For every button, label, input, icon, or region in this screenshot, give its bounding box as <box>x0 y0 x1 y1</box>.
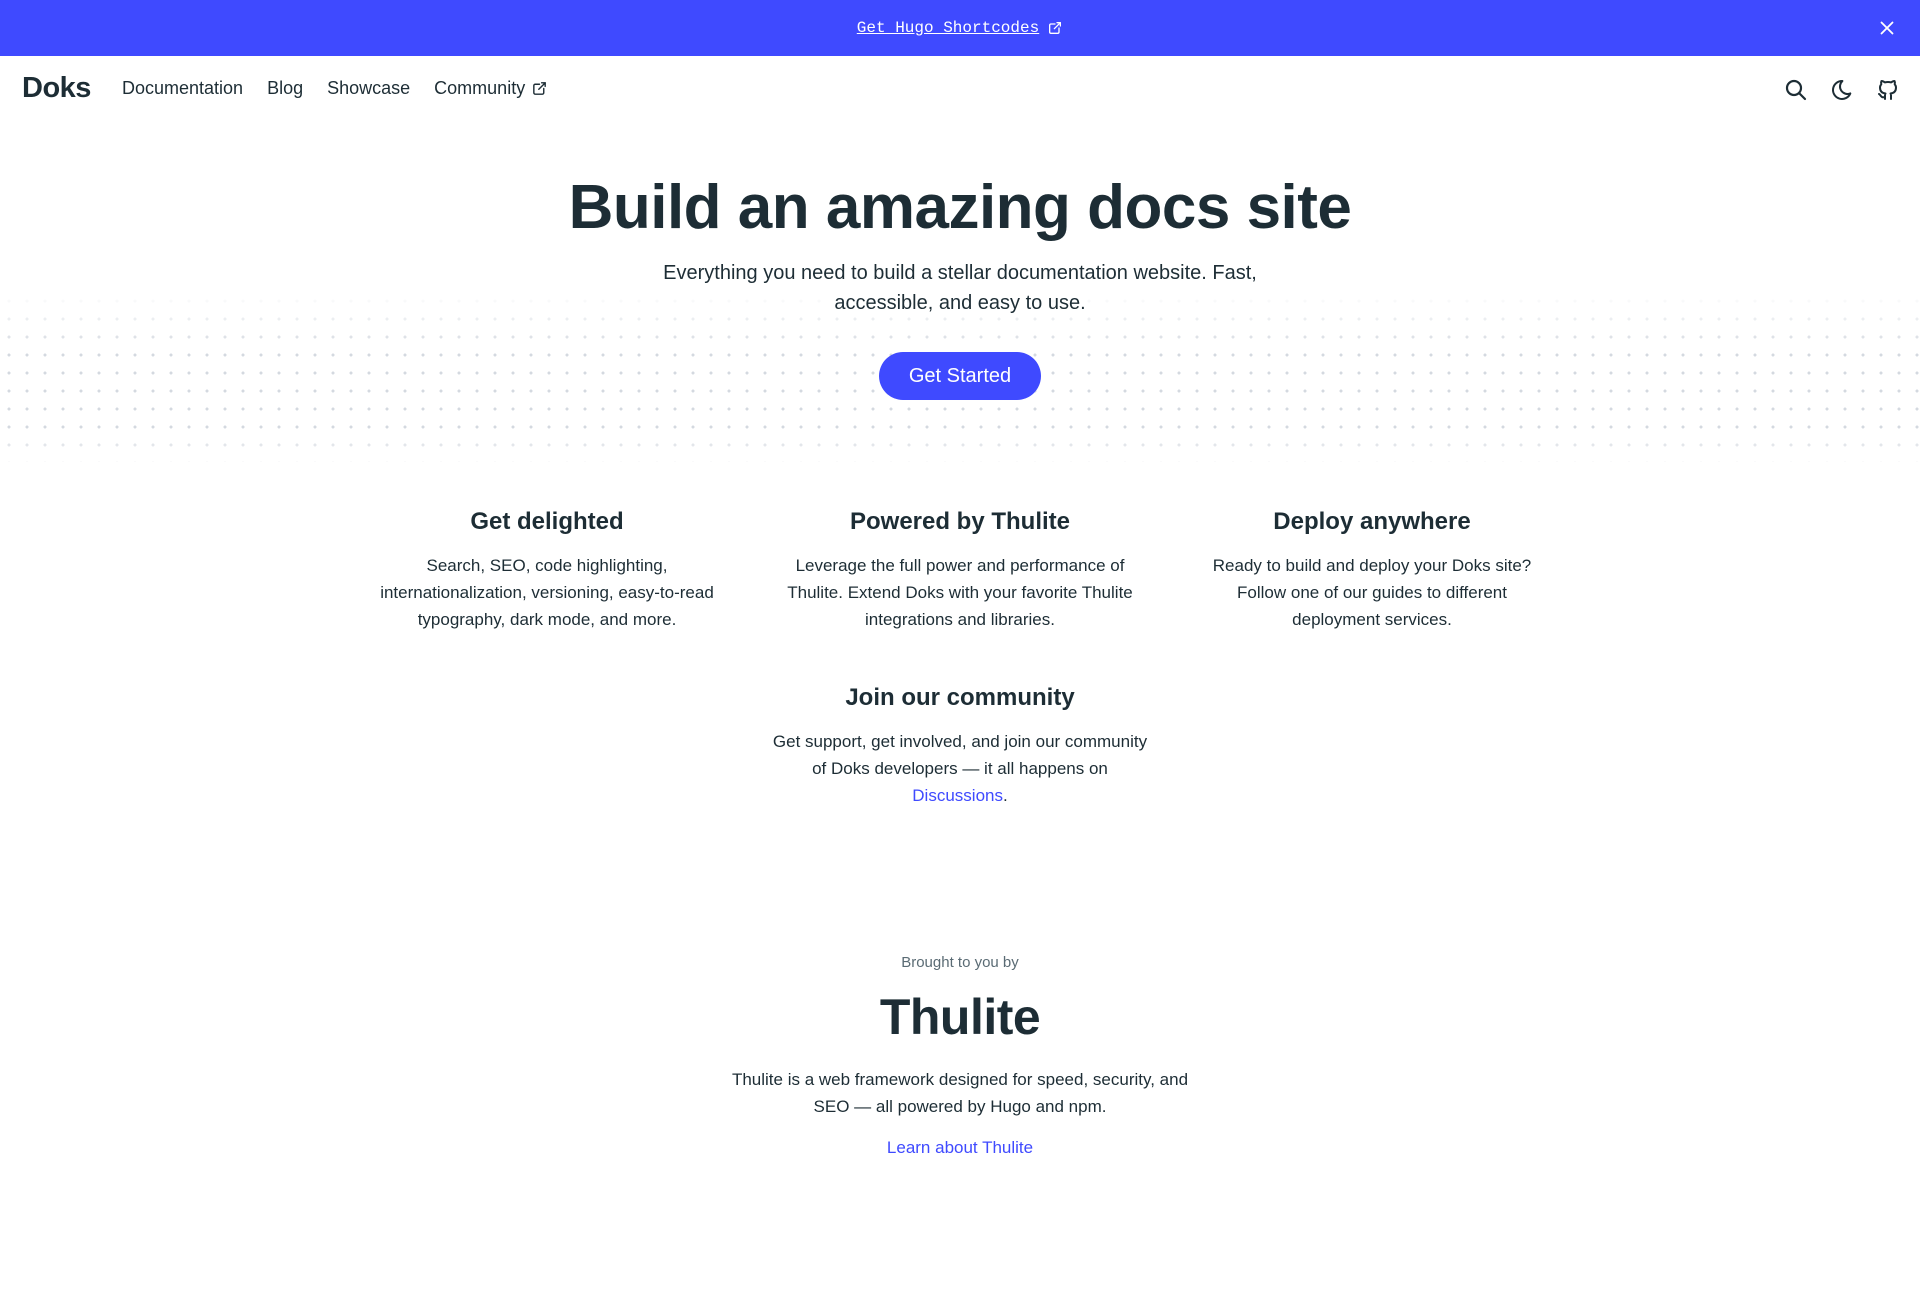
feature-card: Join our community Get support, get invo… <box>770 684 1150 809</box>
moon-icon[interactable] <box>1830 78 1854 102</box>
nav-link-community[interactable]: Community <box>434 78 548 99</box>
thulite-logo: Thulite <box>879 989 1041 1045</box>
feature-title: Powered by Thulite <box>849 508 1071 535</box>
thulite-learn-wrapper: Learn about Thulite <box>0 1138 1920 1158</box>
navbar: Doks Documentation Blog Showcase Communi… <box>0 56 1920 122</box>
feature-card: Deploy anywhere Ready to build and deplo… <box>1192 508 1552 633</box>
feature-text-part: Get support, get involved, and join our … <box>772 732 1148 778</box>
search-icon[interactable] <box>1784 78 1808 102</box>
feature-text-part: . <box>1002 786 1008 805</box>
external-link-icon <box>1049 22 1062 34</box>
nav-link-label: Blog <box>267 78 304 98</box>
nav-link-blog[interactable]: Blog <box>267 78 303 99</box>
brought-by-label: Brought to you by <box>901 954 1019 971</box>
github-icon[interactable] <box>1876 78 1900 102</box>
hero-section: Build an amazing docs site Everything yo… <box>0 122 1920 462</box>
thulite-description: Thulite is a web framework designed for … <box>731 1070 1189 1116</box>
get-started-button[interactable]: Get Started <box>879 352 1041 400</box>
announcement-link-label: Get Hugo Shortcodes <box>856 19 1040 37</box>
learn-about-thulite-link[interactable]: Learn about Thulite <box>887 1138 1033 1157</box>
feature-text: Search, SEO, code highlighting, internat… <box>380 556 714 629</box>
brand-logo[interactable]: Doks <box>22 72 91 105</box>
nav-link-label: Documentation <box>122 78 244 98</box>
feature-card: Powered by Thulite Leverage the full pow… <box>780 508 1140 633</box>
close-icon[interactable] <box>1876 17 1898 39</box>
hero-subtitle: Everything you need to build a stellar d… <box>663 262 1257 314</box>
feature-text: Get support, get involved, and join our … <box>770 728 1150 809</box>
nav-link-documentation[interactable]: Documentation <box>122 78 243 99</box>
feature-text: Leverage the full power and performance … <box>787 556 1133 629</box>
discussions-link[interactable]: Discussions <box>912 786 1003 805</box>
nav-links: Documentation Blog Showcase Community <box>122 78 548 99</box>
feature-card: Get delighted Search, SEO, code highligh… <box>367 508 727 633</box>
feature-title: Get delighted <box>470 508 624 535</box>
feature-title: Deploy anywhere <box>1273 508 1471 535</box>
external-link-icon <box>533 82 547 95</box>
announcement-bar: Get Hugo Shortcodes <box>0 0 1920 56</box>
nav-icons <box>1784 78 1900 102</box>
nav-link-label: Showcase <box>327 78 411 98</box>
feature-title: Join our community <box>845 684 1075 711</box>
hero-title: Build an amazing docs site <box>568 173 1352 242</box>
nav-link-label: Community <box>434 78 526 98</box>
nav-link-showcase[interactable]: Showcase <box>327 78 410 99</box>
announcement-link[interactable]: Get Hugo Shortcodes <box>857 19 1063 37</box>
feature-text: Ready to build and deploy your Doks site… <box>1212 556 1532 629</box>
